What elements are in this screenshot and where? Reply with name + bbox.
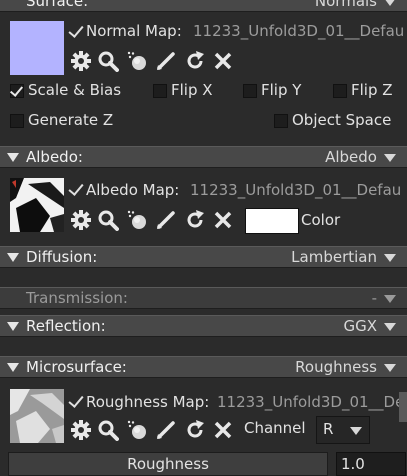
reflection-header-label: Reflection: [26,317,106,335]
normal-map-thumbnail[interactable] [10,21,64,75]
roughness-value: 1.0 [341,455,365,473]
reflection-header-value: GGX [343,317,377,335]
normal-map-enabled-check[interactable] [68,22,84,38]
roughness-slider[interactable]: Roughness [8,452,328,476]
channel-select-value: R [323,420,334,438]
normal-map-filename[interactable]: 11233_Unfold3D_01__Defau [193,22,404,40]
surface-dropdown-icon[interactable] [384,0,396,6]
generate-z-checkbox[interactable] [10,114,24,128]
roughness-map-thumbnail[interactable] [10,389,64,443]
reload-icon[interactable] [184,419,206,441]
diffusion-header[interactable]: Diffusion: Lambertian [0,246,407,268]
roughness-map-enabled-check[interactable] [68,392,84,408]
diffusion-dropdown-icon[interactable] [384,254,396,262]
chevron-down-icon [350,427,362,435]
sphere-icon[interactable] [126,209,148,231]
microsurface-header-value: Roughness [295,358,377,376]
pencil-icon[interactable] [155,419,177,441]
generate-z-label: Generate Z [28,111,114,129]
magnifier-icon[interactable] [97,209,119,231]
object-space-label: Object Space [292,111,392,129]
albedo-header[interactable]: Albedo: Albedo [0,146,407,168]
object-space-checkbox[interactable] [274,114,288,128]
flip-z-label: Flip Z [351,81,393,99]
channel-label: Channel [244,419,306,437]
scale-bias-label: Scale & Bias [28,81,122,99]
roughness-slider-label: Roughness [127,455,209,473]
diffusion-header-value: Lambertian [291,248,377,266]
flip-y-label: Flip Y [261,81,302,99]
albedo-map-enabled-check[interactable] [68,180,84,196]
flip-y-checkbox[interactable] [243,84,257,98]
reflection-header[interactable]: Reflection: GGX [0,315,407,337]
normal-map-label: Normal Map: [86,22,182,40]
scrollbar[interactable] [399,392,407,422]
albedo-header-label: Albedo: [26,148,83,166]
albedo-color-swatch[interactable] [245,208,299,234]
diffusion-header-label: Diffusion: [26,248,98,266]
roughness-map-filename[interactable]: 11233_Unfold3D_01__Def [217,393,407,411]
flip-z-checkbox[interactable] [333,84,347,98]
surface-header-label: Surface: [26,0,89,10]
reload-icon[interactable] [184,50,206,72]
channel-select[interactable]: R [316,416,370,444]
flip-x-checkbox[interactable] [153,84,167,98]
sphere-icon[interactable] [126,419,148,441]
scale-bias-checkbox[interactable] [10,84,24,98]
albedo-header-value: Albedo [325,148,377,166]
albedo-dropdown-icon[interactable] [384,154,396,162]
pencil-icon[interactable] [155,209,177,231]
gear-icon[interactable] [70,419,92,441]
transmission-header-label: Transmission: [26,289,128,307]
reload-icon[interactable] [184,209,206,231]
pencil-icon[interactable] [155,50,177,72]
microsurface-header[interactable]: Microsurface: Roughness [0,356,407,378]
collapse-triangle-icon[interactable] [7,153,19,162]
sphere-icon[interactable] [126,50,148,72]
collapse-triangle-icon[interactable] [7,322,19,331]
surface-header-value: Normals [314,0,377,10]
close-icon[interactable] [212,419,234,441]
gear-icon[interactable] [70,50,92,72]
flip-x-label: Flip X [171,81,213,99]
roughness-map-label: Roughness Map: [86,393,210,411]
magnifier-icon[interactable] [97,419,119,441]
gear-icon[interactable] [70,209,92,231]
reflection-dropdown-icon[interactable] [384,323,396,331]
transmission-dropdown-icon[interactable] [384,295,396,303]
close-icon[interactable] [212,50,234,72]
collapse-triangle-icon[interactable] [7,253,19,262]
albedo-color-label: Color [301,211,341,229]
collapse-triangle-icon[interactable] [7,363,19,372]
albedo-map-thumbnail[interactable] [10,178,64,232]
microsurface-header-label: Microsurface: [26,358,127,376]
transmission-header-value: - [371,289,377,307]
albedo-map-label: Albedo Map: [86,181,180,199]
surface-header[interactable]: Surface: Normals [0,0,407,12]
magnifier-icon[interactable] [97,50,119,72]
close-icon[interactable] [212,209,234,231]
transmission-header[interactable]: Transmission: - [0,287,407,309]
albedo-map-filename[interactable]: 11233_Unfold3D_01__Defau [190,181,401,199]
roughness-value-field[interactable]: 1.0 [336,452,406,476]
microsurface-dropdown-icon[interactable] [384,364,396,372]
